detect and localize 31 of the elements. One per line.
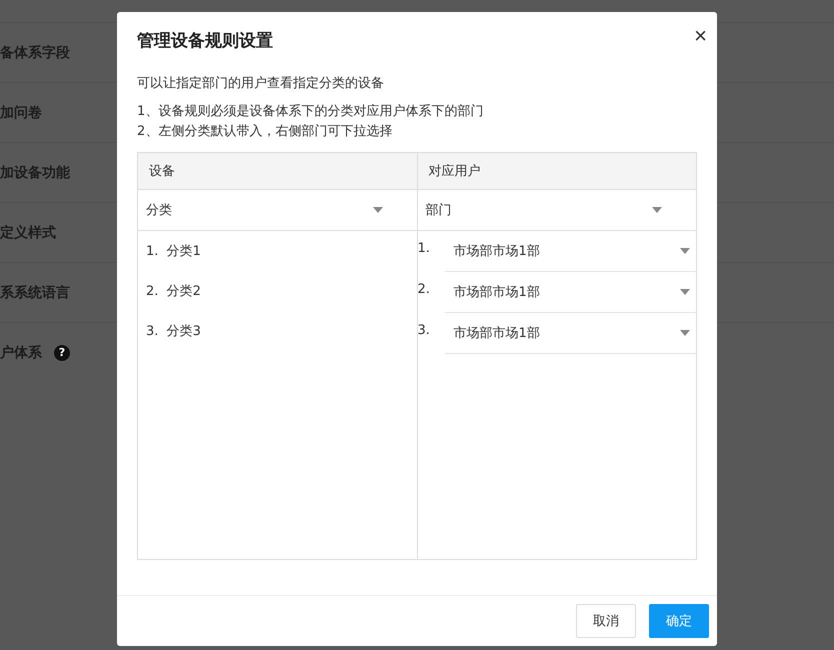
setting-label: 系系统语言 (0, 284, 70, 302)
select-field[interactable]: 分类 (138, 190, 416, 230)
category-item: 3. 分类3 (146, 323, 201, 340)
setting-label: 户体系 (0, 344, 42, 362)
item-number: 1. (418, 240, 431, 256)
note-text: 2、左侧分类默认带入，右侧部门可下拉选择 (137, 123, 394, 141)
department-select[interactable]: 市场部市场1部 (444, 272, 696, 313)
department-select[interactable]: 市场部市场1部 (444, 313, 696, 354)
select-field[interactable]: 部门 (418, 190, 696, 230)
setting-label: 定义样式 (0, 224, 56, 242)
category-item: 2. 分类2 (146, 283, 201, 300)
caret-icon (680, 330, 690, 336)
caret-icon (680, 289, 690, 295)
item-number: 3. (418, 322, 431, 338)
note-text: 1、设备规则必须是设备体系下的分类对应用户体系下的部门 (137, 103, 484, 121)
cancel-button[interactable]: 取消 (576, 604, 636, 638)
dialog-title: 管理设备规则设置 (137, 30, 273, 52)
department-select[interactable]: 市场部市场1部 (444, 231, 696, 272)
column-header: 设备 (138, 153, 416, 190)
item-number: 2. (418, 281, 431, 297)
setting-label: 加问卷 (0, 104, 42, 122)
setting-label: 备体系字段 (0, 44, 70, 62)
caret-icon (652, 207, 662, 213)
intro-text: 可以让指定部门的用户查看指定分类的设备 (137, 75, 385, 92)
caret-icon (680, 248, 690, 254)
close-button[interactable]: × (694, 25, 707, 47)
category-item: 1. 分类1 (146, 243, 201, 260)
help-icon[interactable]: ? (54, 344, 70, 360)
setting-label: 加设备功能 (0, 164, 70, 182)
column-header: 对应用户 (418, 153, 696, 190)
caret-icon (372, 207, 382, 213)
